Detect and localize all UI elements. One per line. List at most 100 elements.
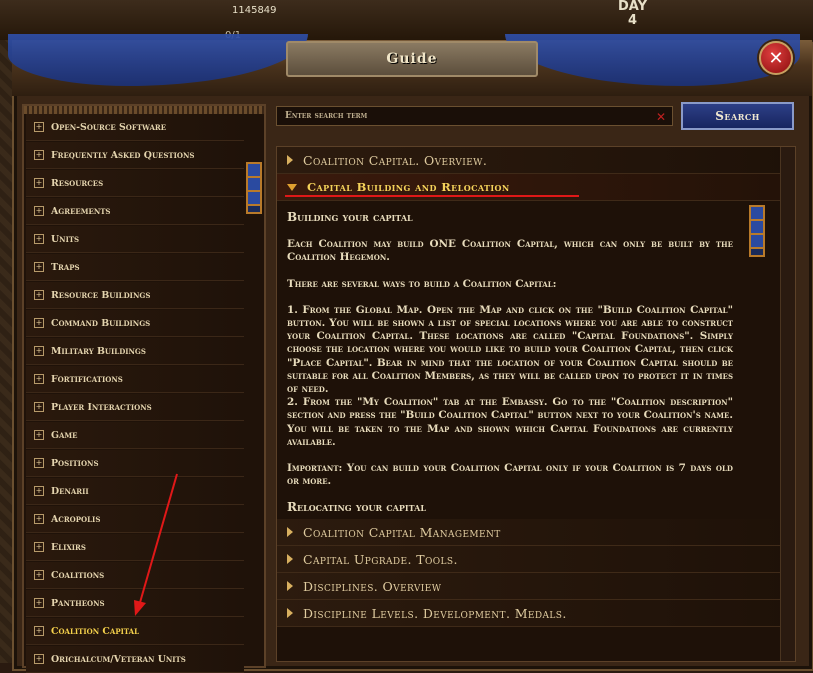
clear-search-icon[interactable]: ✕ [656, 110, 666, 124]
expand-icon: + [34, 514, 44, 524]
sidebar-item-label: Player Interactions [51, 401, 152, 413]
expand-icon: + [34, 318, 44, 328]
accordion-label: Disciplines. Overview [303, 578, 442, 594]
accordion-label: Coalition Capital Management [303, 524, 501, 540]
sidebar-item-label: Positions [51, 457, 99, 469]
content-heading: Relocating your capital [287, 500, 426, 515]
expand-icon: + [34, 402, 44, 412]
accordion-label: Discipline Levels. Development. Medals. [303, 605, 567, 621]
caret-right-icon [287, 527, 293, 537]
sidebar-item[interactable]: + Pantheons [26, 590, 244, 617]
sidebar-item[interactable]: + Military Buildings [26, 338, 244, 365]
sidebar-item-label: Resource Buildings [51, 289, 151, 301]
caret-down-icon [287, 183, 297, 191]
expand-icon: + [34, 542, 44, 552]
sidebar-item[interactable]: + Traps [26, 254, 244, 281]
sidebar-item[interactable]: + Open-Source Software [26, 114, 244, 141]
expand-icon: + [34, 598, 44, 608]
sidebar-item[interactable]: + Resource Buildings [26, 282, 244, 309]
active-section-underline [285, 195, 579, 197]
close-button[interactable]: ✕ [759, 41, 793, 75]
accordion-bottom: Coalition Capital Management Capital Upgr… [277, 519, 795, 627]
expand-icon: + [34, 150, 44, 160]
content-paragraph: 2. From the "My Coalition" tab at the Em… [287, 396, 733, 448]
content-paragraph: There are several ways to build a Coalit… [287, 277, 557, 290]
day-number: 4 [627, 13, 638, 28]
sidebar-item-label: Coalitions [51, 569, 105, 581]
expand-icon: + [34, 430, 44, 440]
sidebar-item[interactable]: + Denarii [26, 478, 244, 505]
sidebar-item-label: Denarii [51, 485, 89, 497]
accordion-item[interactable]: Discipline Levels. Development. Medals. [277, 600, 795, 627]
expand-icon: + [34, 346, 44, 356]
expand-icon: + [34, 486, 44, 496]
content-paragraph: 1. From the Global Map. Open the Map and… [287, 303, 733, 396]
accordion-top: Coalition Capital. Overview. Capital Buil… [277, 147, 795, 201]
caret-right-icon [287, 581, 293, 591]
sidebar-item-label: Pantheons [51, 597, 105, 609]
search-placeholder: Enter search term [285, 111, 368, 121]
resource-count: 1145849 [232, 5, 277, 16]
sidebar-item[interactable]: + Frequently Asked Questions [26, 142, 244, 169]
expand-icon: + [34, 626, 44, 636]
accordion-label: Coalition Capital. Overview. [303, 152, 488, 168]
article-panel: Coalition Capital. Overview. Capital Buil… [276, 146, 796, 662]
caret-right-icon [287, 554, 293, 564]
window-title: Guide [286, 41, 538, 77]
panel-scrollbar[interactable] [780, 147, 795, 661]
sidebar-item-label: Frequently Asked Questions [51, 149, 195, 161]
content-heading: Building your capital [287, 210, 413, 224]
sidebar-item[interactable]: + Units [26, 226, 244, 253]
content-paragraph: Important: You can build your Coalition … [287, 462, 733, 488]
sidebar-item[interactable]: + Player Interactions [26, 394, 244, 421]
expand-icon: + [34, 122, 44, 132]
sidebar-item-label: Acropolis [51, 513, 101, 525]
sidebar-item-label: Agreements [51, 205, 111, 217]
day-counter: DAY 4 [618, 0, 647, 28]
caret-right-icon [287, 608, 293, 618]
sidebar-item[interactable]: + Positions [26, 450, 244, 477]
sidebar-item-label: Fortifications [51, 373, 123, 385]
sidebar-item[interactable]: + Agreements [26, 198, 244, 225]
content-paragraph: Each Coalition may build ONE Coalition C… [287, 238, 733, 264]
sidebar-item-label: Traps [51, 261, 80, 273]
sidebar-item-label: Game [51, 429, 78, 441]
sidebar-item-label: Military Buildings [51, 345, 146, 357]
expand-icon: + [34, 290, 44, 300]
sidebar-item[interactable]: + Coalitions [26, 562, 244, 589]
section-content: Building your capital Each Coalition may… [277, 201, 795, 519]
accordion-label: Capital Upgrade. Tools. [303, 551, 458, 567]
sidebar-item-label: Open-Source Software [51, 121, 167, 133]
topic-list: + Open-Source Software + Frequently Asked Q… [24, 114, 264, 673]
close-icon: ✕ [768, 47, 784, 69]
expand-icon: + [34, 570, 44, 580]
accordion-label: Capital Building and Relocation [307, 180, 510, 194]
accordion-item[interactable]: Disciplines. Overview [277, 573, 795, 600]
sidebar-item[interactable]: + Orichalcum/Veteran Units [26, 646, 244, 673]
accordion-item[interactable]: Coalition Capital Management [277, 519, 795, 546]
sidebar-item-label: Coalition Capital [51, 625, 140, 637]
sidebar-item[interactable]: + Resources [26, 170, 244, 197]
accordion-item[interactable]: Coalition Capital. Overview. [277, 147, 795, 174]
day-label: DAY [618, 0, 648, 14]
sidebar-item[interactable]: + Fortifications [26, 366, 244, 393]
search-input[interactable]: Enter search term ✕ [276, 106, 673, 126]
sidebar-item-label: Elixirs [51, 541, 86, 553]
content-scrollbar[interactable] [749, 205, 765, 257]
expand-icon: + [34, 262, 44, 272]
expand-icon: + [34, 458, 44, 468]
search-button[interactable]: Search [681, 102, 794, 130]
sidebar-item[interactable]: + Command Buildings [26, 310, 244, 337]
expand-icon: + [34, 234, 44, 244]
sidebar-item[interactable]: + Elixirs [26, 534, 244, 561]
accordion-item[interactable]: Capital Upgrade. Tools. [277, 546, 795, 573]
expand-icon: + [34, 374, 44, 384]
sidebar-decor [24, 106, 264, 114]
sidebar-item-label: Resources [51, 177, 104, 189]
sidebar-item[interactable]: + Acropolis [26, 506, 244, 533]
sidebar-item[interactable]: + Coalition Capital [26, 618, 244, 645]
expand-icon: + [34, 206, 44, 216]
sidebar-item-label: Command Buildings [51, 317, 151, 329]
sidebar-scrollbar[interactable] [246, 162, 262, 214]
sidebar-item[interactable]: + Game [26, 422, 244, 449]
